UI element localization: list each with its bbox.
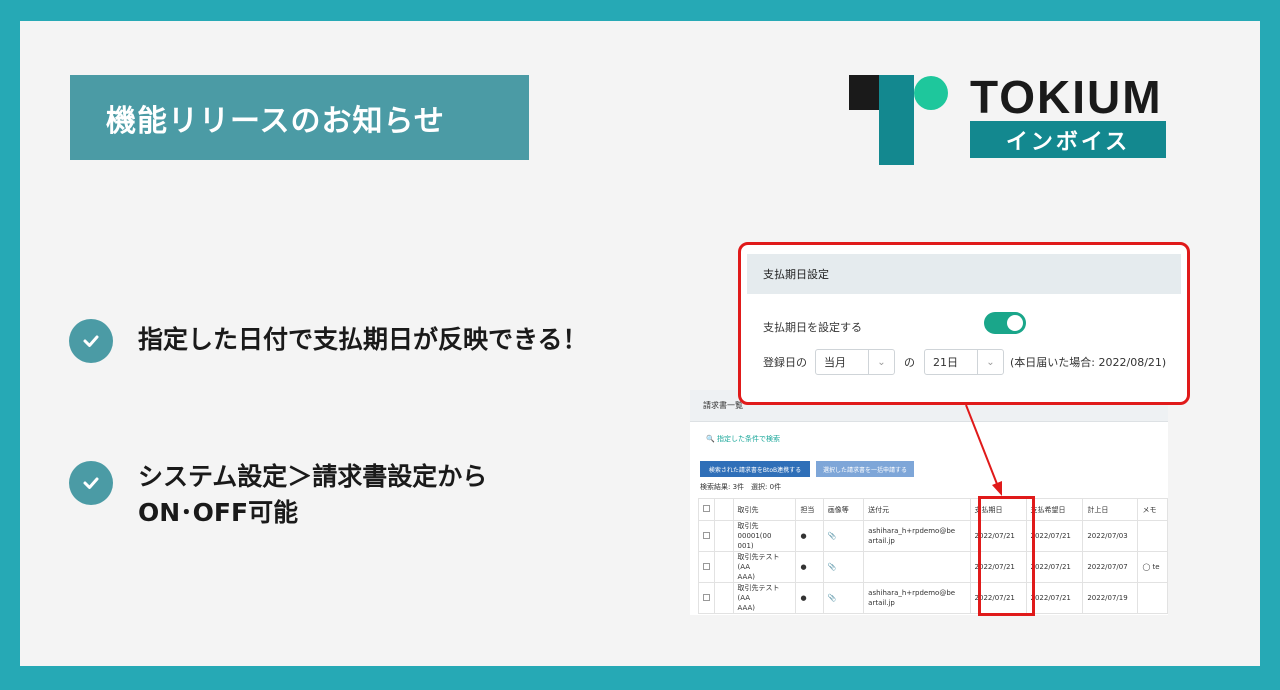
invoice-table: 取引先 担当 画像等 送付元 支払期日 支払希望日 計上日 メモ 取引先0000…	[698, 498, 1168, 614]
feature-text: システム設定＞請求書設定から ON･OFF可能	[138, 462, 488, 527]
person-icon: ●	[795, 551, 824, 583]
due-date-toggle[interactable]	[984, 312, 1026, 334]
date-rule-row: 登録日の 当月 ⌄ の 21日 ⌄ (本日届いた場合: 2022/08/21)	[763, 349, 1166, 375]
col-owner[interactable]: 担当	[795, 498, 824, 521]
panel-title: 支払期日設定	[747, 254, 1181, 294]
comment-icon: ◯	[1142, 563, 1151, 571]
col-sender[interactable]: 送付元	[863, 498, 971, 521]
btob-link-button[interactable]: 検索された請求書をBtoB連携する	[700, 461, 810, 477]
person-icon: ●	[795, 520, 824, 552]
bulk-apply-button[interactable]: 選択した請求書を一括申請する	[816, 461, 914, 477]
col-booking-date[interactable]: 計上日	[1082, 498, 1139, 521]
row-checkbox[interactable]	[703, 593, 710, 601]
col-partner[interactable]: 取引先	[732, 498, 797, 521]
person-icon: ●	[795, 582, 824, 614]
chevron-down-icon: ⌄	[977, 350, 1003, 374]
search-link[interactable]: 🔍 指定した条件で検索	[706, 434, 780, 444]
badge-text: 機能リリースのお知らせ	[106, 103, 445, 139]
select-all-checkbox[interactable]	[703, 505, 710, 512]
result-count: 検索結果: 3件 選択: 0件	[700, 483, 782, 491]
due-date-settings-panel: 支払期日設定 支払期日を設定する 登録日の 当月 ⌄ の 21日 ⌄ (本日届いた場…	[738, 242, 1190, 405]
due-date-highlight	[978, 496, 1035, 616]
row-checkbox[interactable]	[703, 562, 710, 570]
check-icon	[69, 461, 113, 505]
month-select[interactable]: 当月 ⌄	[815, 349, 895, 375]
check-icon	[69, 319, 113, 363]
rule-prefix: 登録日の	[763, 356, 807, 369]
col-images[interactable]: 画像等	[822, 498, 865, 521]
rule-note: (本日届いた場合: 2022/08/21)	[1010, 356, 1167, 369]
table-row[interactable]: 取引先00001(00 001) ● 📎 ashihara_h+rpdemo@b…	[698, 520, 1168, 552]
chevron-down-icon: ⌄	[868, 350, 894, 374]
table-header-row: 取引先 担当 画像等 送付元 支払期日 支払希望日 計上日 メモ	[698, 498, 1168, 521]
feature-item: 指定した日付で支払期日が反映できる！	[69, 319, 588, 363]
invoice-list-screenshot: 請求書一覧 🔍 指定した条件で検索 検索された請求書をBtoB連携する 選択した…	[690, 390, 1168, 615]
release-badge: 機能リリースのお知らせ	[70, 75, 529, 160]
logo-word: TOKIUM	[970, 71, 1163, 123]
attachment-icon[interactable]: 📎	[822, 551, 865, 583]
table-row[interactable]: 取引先テスト(AA AAA) ● 📎 ashihara_h+rpdemo@be …	[698, 582, 1168, 614]
day-select[interactable]: 21日 ⌄	[924, 349, 1004, 375]
logo-subtitle: インボイス	[970, 121, 1166, 158]
attachment-icon[interactable]: 📎	[822, 520, 865, 552]
rule-particle: の	[904, 356, 915, 369]
feature-item: システム設定＞請求書設定から ON･OFF可能	[69, 461, 487, 531]
tokium-logo-icon	[849, 75, 948, 165]
feature-text: 指定した日付で支払期日が反映できる！	[138, 325, 588, 354]
table-row[interactable]: 取引先テスト(AA AAA) ● 📎 2022/07/21 2022/07/21…	[698, 551, 1168, 583]
row-checkbox[interactable]	[703, 531, 710, 539]
toggle-label: 支払期日を設定する	[763, 321, 862, 334]
col-memo[interactable]: メモ	[1137, 498, 1168, 521]
attachment-icon[interactable]: 📎	[822, 582, 865, 614]
